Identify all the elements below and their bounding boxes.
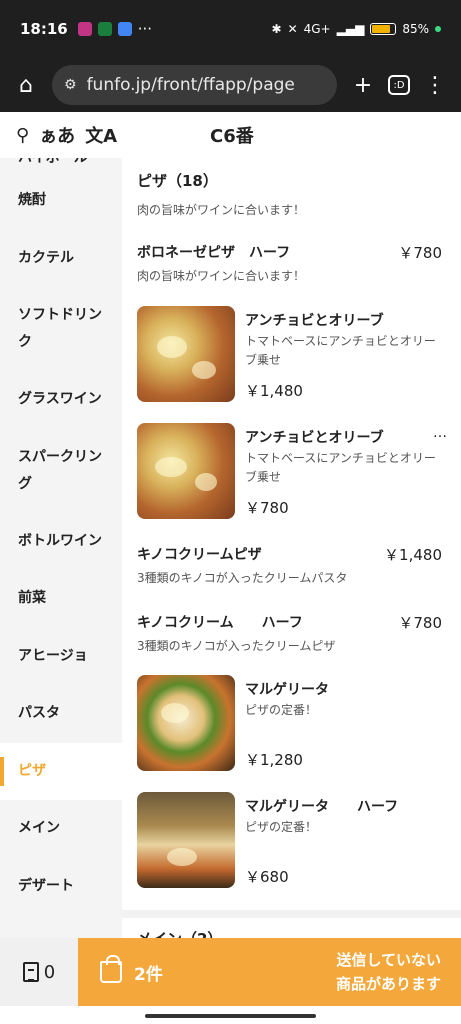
browser-toolbar: ⌂ ⚙ funfo.jp/front/ffapp/page + :D ⋮ bbox=[0, 58, 461, 112]
status-time: 18:16 bbox=[20, 20, 68, 38]
tabs-icon: :D bbox=[388, 75, 410, 95]
app-notification-icon bbox=[97, 22, 112, 36]
site-settings-icon[interactable]: ⚙ bbox=[64, 77, 77, 93]
more-notifications-icon: ··· bbox=[137, 20, 153, 38]
item-price: ￥680 bbox=[245, 868, 289, 886]
item-price: ￥780 bbox=[245, 499, 289, 517]
item-price: ￥1,280 bbox=[245, 751, 303, 769]
battery-icon bbox=[370, 23, 397, 35]
sidebar-item-main[interactable]: メイン bbox=[0, 800, 122, 858]
home-icon[interactable]: ⌂ bbox=[8, 67, 44, 103]
next-category-header: メイン（2） bbox=[122, 910, 461, 938]
next-category-title: メイン（2） bbox=[137, 928, 222, 938]
menu-item-anchovy-olive[interactable]: アンチョビとオリーブ トマトベースにアンチョビとオリーブ乗せ ￥1,480 bbox=[137, 306, 447, 402]
item-price: ￥780 bbox=[398, 614, 442, 632]
item-price: ￥780 bbox=[398, 244, 442, 262]
mute-icon: ✕ bbox=[287, 22, 298, 36]
item-name: マルゲリータ ハーフ bbox=[245, 799, 399, 815]
pizza-image bbox=[137, 792, 235, 888]
pizza-image bbox=[137, 675, 235, 771]
sidebar-item-dessert[interactable]: デザート bbox=[0, 858, 122, 916]
sidebar-item-glass-wine[interactable]: グラスワイン bbox=[0, 371, 122, 429]
more-icon[interactable]: … bbox=[433, 425, 447, 441]
category-sidebar: ハイボール 焼酎 カクテル ソフトドリンク グラスワイン スパークリング ボトル… bbox=[0, 158, 122, 938]
cart-count: 2件 bbox=[134, 964, 163, 985]
category-description: 肉の旨味がワインに合います！ bbox=[137, 203, 306, 217]
menu-list: ピザ（18） 肉の旨味がワインに合います！ ボロネーゼピザ ハーフ 肉の旨味がワ… bbox=[122, 158, 461, 938]
sidebar-item-cocktail[interactable]: カクテル bbox=[0, 230, 122, 288]
gesture-nav-bar bbox=[0, 1006, 461, 1024]
app-header: ⚲ ぁあ 文A C6番 bbox=[0, 112, 461, 158]
table-label: C6番 bbox=[210, 126, 254, 147]
tabs-button[interactable]: :D bbox=[381, 67, 417, 103]
status-bar: 18:16 ··· ✱ ✕ 4G+ ▂▄▆ 85% bbox=[0, 0, 461, 58]
sidebar-item-shochu[interactable]: 焼酎 bbox=[0, 172, 122, 230]
item-description: トマトベースにアンチョビとオリーブ乗せ bbox=[245, 451, 436, 485]
item-price: ￥1,480 bbox=[245, 382, 303, 400]
sidebar-item-bottle-wine[interactable]: ボトルワイン bbox=[0, 513, 122, 571]
item-description: 3種類のキノコが入ったクリームピザ bbox=[137, 639, 336, 653]
item-description: トマトベースにアンチョビとオリーブ乗せ bbox=[245, 334, 436, 368]
item-description: ピザの定番！ bbox=[245, 820, 318, 834]
sidebar-item-sparkling[interactable]: スパークリング bbox=[0, 429, 122, 513]
signal-icon: ▂▄▆ bbox=[336, 22, 365, 36]
item-price: ￥1,480 bbox=[384, 546, 442, 564]
item-name: マルゲリータ bbox=[245, 682, 329, 698]
status-indicators: ✱ ✕ 4G+ ▂▄▆ 85% bbox=[271, 22, 441, 36]
new-tab-icon[interactable]: + bbox=[345, 67, 381, 103]
calendar-icon bbox=[117, 22, 132, 36]
address-bar[interactable]: ⚙ funfo.jp/front/ffapp/page bbox=[52, 65, 337, 105]
menu-item-bolognese-half[interactable]: ボロネーゼピザ ハーフ 肉の旨味がワインに合います！ ￥780 bbox=[137, 242, 447, 286]
menu-item-anchovy-olive-small[interactable]: アンチョビとオリーブ … トマトベースにアンチョビとオリーブ乗せ ￥780 bbox=[137, 423, 447, 519]
menu-item-margherita[interactable]: マルゲリータ ピザの定番！ ￥1,280 bbox=[137, 675, 447, 771]
network-type: 4G+ bbox=[303, 22, 331, 36]
url-text: funfo.jp/front/ffapp/page bbox=[86, 75, 295, 95]
order-history-button[interactable]: 0 bbox=[0, 938, 78, 1006]
home-handle[interactable] bbox=[145, 1014, 316, 1018]
battery-percent: 85% bbox=[402, 22, 429, 36]
menu-item-mushroom-cream-half[interactable]: キノコクリーム ハーフ 3種類のキノコが入ったクリームピザ ￥780 bbox=[137, 612, 447, 656]
item-name: アンチョビとオリーブ bbox=[245, 430, 384, 446]
menu-icon[interactable]: ⋮ bbox=[417, 67, 453, 103]
privacy-dot-icon bbox=[435, 26, 441, 32]
order-count: 0 bbox=[43, 961, 56, 983]
category-title: ピザ（18） bbox=[137, 172, 218, 190]
sidebar-item-soft-drink[interactable]: ソフトドリンク bbox=[0, 287, 122, 371]
sidebar-item-appetizer[interactable]: 前菜 bbox=[0, 570, 122, 628]
unsent-warning: 送信していない 商品があります bbox=[335, 951, 441, 993]
clipboard-icon bbox=[22, 962, 39, 982]
sidebar-item-pasta[interactable]: パスタ bbox=[0, 685, 122, 743]
pizza-image bbox=[137, 423, 235, 519]
cart-button[interactable]: 2件 送信していない 商品があります bbox=[78, 938, 461, 1006]
sidebar-item-pizza[interactable]: ピザ bbox=[0, 742, 122, 800]
sidebar-item-ajillo[interactable]: アヒージョ bbox=[0, 628, 122, 686]
sidebar-item-highball[interactable]: ハイボール bbox=[0, 158, 122, 172]
shopping-bag-icon bbox=[100, 955, 122, 983]
pizza-image bbox=[137, 306, 235, 402]
search-icon[interactable]: ⚲ bbox=[16, 125, 29, 146]
menu-item-mushroom-cream[interactable]: キノコクリームピザ 3種類のキノコが入ったクリームパスタ ￥1,480 bbox=[137, 544, 447, 588]
item-description: 肉の旨味がワインに合います！ bbox=[137, 269, 306, 283]
menu-item-margherita-half[interactable]: マルゲリータ ハーフ ピザの定番！ ￥680 bbox=[137, 792, 447, 888]
translate-icon[interactable]: 文A bbox=[85, 122, 117, 148]
bottom-bar: 0 2件 送信していない 商品があります bbox=[0, 938, 461, 1006]
font-size-button[interactable]: ぁあ bbox=[39, 122, 75, 148]
bluetooth-icon: ✱ bbox=[271, 22, 282, 36]
instagram-icon bbox=[77, 22, 92, 36]
item-name: アンチョビとオリーブ bbox=[245, 313, 384, 329]
item-description: ピザの定番！ bbox=[245, 703, 318, 717]
item-description: 3種類のキノコが入ったクリームパスタ bbox=[137, 571, 348, 585]
